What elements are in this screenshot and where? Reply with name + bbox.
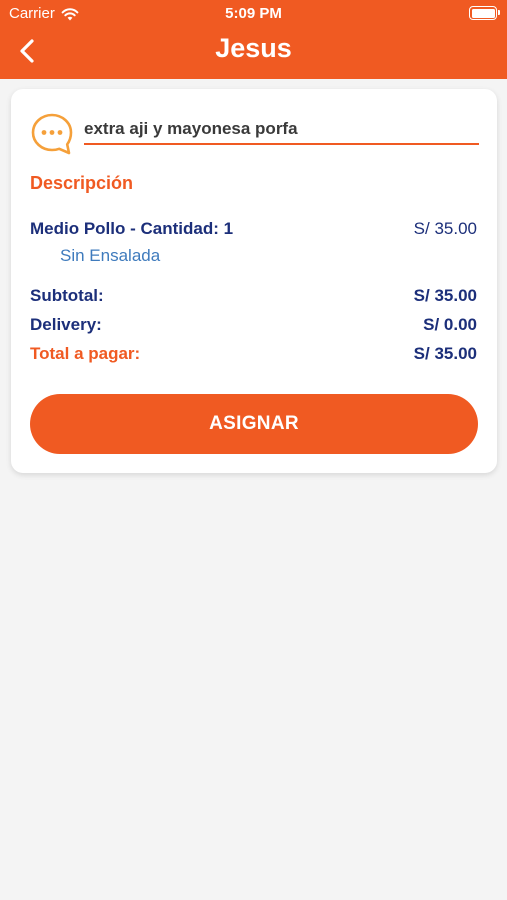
- battery-icon: [469, 6, 500, 20]
- order-card: Descripción Medio Pollo - Cantidad: 1 S/…: [11, 89, 497, 473]
- delivery-value: S/ 0.00: [423, 315, 477, 334]
- total-value: S/ 35.00: [413, 344, 477, 363]
- status-bar: Carrier 5:09 PM: [0, 0, 507, 28]
- subtotal-label: Subtotal:: [30, 286, 104, 305]
- subtotal-value: S/ 35.00: [413, 286, 477, 305]
- page-title: Jesus: [215, 33, 292, 63]
- item-option: Sin Ensalada: [60, 246, 161, 265]
- description-title: Descripción: [30, 173, 134, 193]
- note-row: [29, 109, 479, 155]
- item-name: Medio Pollo - Cantidad: 1: [30, 219, 234, 238]
- status-time: 5:09 PM: [225, 5, 282, 22]
- note-input[interactable]: [84, 115, 479, 145]
- chat-bubble-icon: [31, 113, 73, 155]
- item-price: S/ 35.00: [413, 219, 477, 238]
- delivery-label: Delivery:: [30, 315, 102, 334]
- assign-button[interactable]: ASIGNAR: [30, 394, 478, 454]
- app-header: Carrier 5:09 PM Jesus: [0, 0, 507, 79]
- total-label: Total a pagar:: [30, 344, 141, 363]
